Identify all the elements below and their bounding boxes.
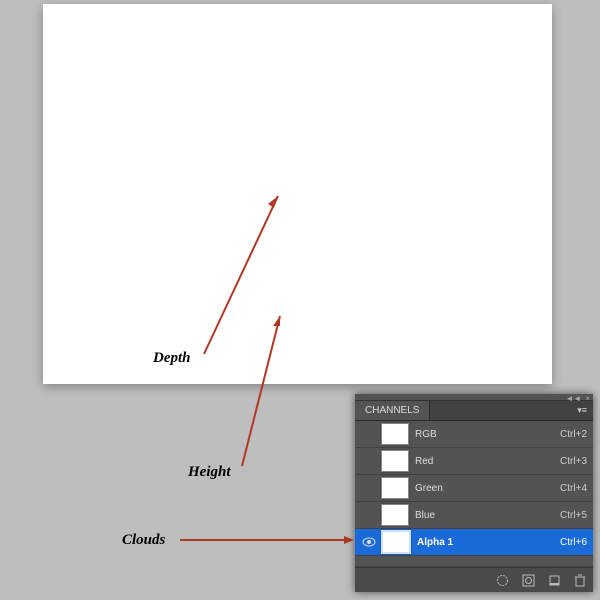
panel-footer (355, 567, 593, 592)
channels-list: RGBCtrl+2RedCtrl+3GreenCtrl+4BlueCtrl+5A… (355, 421, 593, 556)
load-selection-icon[interactable] (495, 573, 509, 587)
visibility-toggle[interactable] (361, 507, 377, 523)
channel-row-alpha-1[interactable]: Alpha 1Ctrl+6 (355, 529, 593, 556)
panel-close-icon[interactable]: × (585, 394, 590, 400)
channel-name: Green (415, 483, 560, 494)
depth-label: Depth (153, 350, 191, 367)
visibility-toggle[interactable] (361, 480, 377, 496)
channel-row-rgb[interactable]: RGBCtrl+2 (355, 421, 593, 448)
channel-name: Alpha 1 (417, 537, 560, 548)
channel-shortcut: Ctrl+4 (560, 483, 587, 494)
clouds-arrow (180, 534, 358, 546)
height-arrow (240, 306, 300, 471)
channel-row-blue[interactable]: BlueCtrl+5 (355, 502, 593, 529)
channel-thumbnail (381, 450, 409, 472)
panel-tabs: CHANNELS ▾≡ (355, 401, 593, 421)
new-channel-icon[interactable] (547, 573, 561, 587)
channel-thumbnail (381, 423, 409, 445)
channels-empty-area[interactable] (355, 556, 593, 567)
tab-channels[interactable]: CHANNELS (355, 401, 430, 420)
channel-thumbnail (381, 530, 411, 554)
height-label: Height (188, 464, 231, 481)
channel-shortcut: Ctrl+3 (560, 456, 587, 467)
visibility-toggle[interactable] (361, 534, 377, 550)
channel-thumbnail (381, 477, 409, 499)
save-selection-icon[interactable] (521, 573, 535, 587)
channel-name: Red (415, 456, 560, 467)
channel-shortcut: Ctrl+2 (560, 429, 587, 440)
eye-icon (362, 537, 376, 547)
channel-thumbnail (381, 504, 409, 526)
visibility-toggle[interactable] (361, 453, 377, 469)
visibility-toggle[interactable] (361, 426, 377, 442)
delete-channel-icon[interactable] (573, 573, 587, 587)
channel-shortcut: Ctrl+5 (560, 510, 587, 521)
channel-shortcut: Ctrl+6 (560, 537, 587, 548)
panel-topbar: ◄◄ × (355, 394, 593, 401)
channel-row-green[interactable]: GreenCtrl+4 (355, 475, 593, 502)
channel-row-red[interactable]: RedCtrl+3 (355, 448, 593, 475)
channels-panel: ◄◄ × CHANNELS ▾≡ RGBCtrl+2RedCtrl+3Green… (355, 394, 593, 592)
panel-menu-icon[interactable]: ▾≡ (571, 405, 593, 416)
clouds-label: Clouds (122, 532, 165, 549)
channel-name: Blue (415, 510, 560, 521)
channel-name: RGB (415, 429, 560, 440)
panel-collapse-icon[interactable]: ◄◄ (565, 394, 581, 400)
